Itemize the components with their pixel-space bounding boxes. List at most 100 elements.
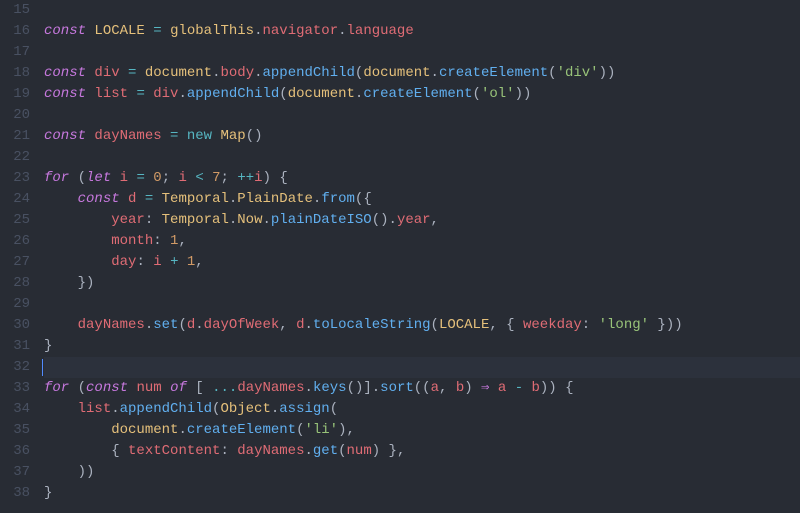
code-token — [44, 254, 111, 270]
code-line[interactable] — [44, 105, 800, 126]
code-line[interactable]: year: Temporal.Now.plainDateISO().year, — [44, 210, 800, 231]
code-token: textContent — [128, 443, 220, 459]
code-line[interactable] — [44, 294, 800, 315]
code-token: ; — [162, 170, 179, 186]
code-line[interactable]: const d = Temporal.PlainDate.from({ — [44, 189, 800, 210]
code-line[interactable]: const LOCALE = globalThis.navigator.lang… — [44, 21, 800, 42]
code-token: . — [178, 86, 186, 102]
code-token: createElement — [187, 422, 296, 438]
code-line[interactable] — [44, 357, 800, 378]
line-number: 34 — [0, 399, 30, 420]
code-line[interactable]: } — [44, 336, 800, 357]
code-token: num — [347, 443, 372, 459]
code-line[interactable]: dayNames.set(d.dayOfWeek, d.toLocaleStri… — [44, 315, 800, 336]
code-token: : — [145, 212, 162, 228]
code-token: new — [187, 128, 212, 144]
code-line[interactable]: { textContent: dayNames.get(num) }, — [44, 441, 800, 462]
code-token — [162, 23, 170, 39]
code-token: year — [111, 212, 145, 228]
line-number: 17 — [0, 42, 30, 63]
code-token — [120, 191, 128, 207]
line-number: 29 — [0, 294, 30, 315]
code-token — [120, 65, 128, 81]
code-token: , — [431, 212, 439, 228]
code-token: of — [170, 380, 187, 396]
line-number: 24 — [0, 189, 30, 210]
code-token: : — [136, 254, 153, 270]
code-token: (( — [414, 380, 431, 396]
code-line[interactable]: day: i + 1, — [44, 252, 800, 273]
line-number: 30 — [0, 315, 30, 336]
line-number: 36 — [0, 441, 30, 462]
code-token — [44, 422, 111, 438]
code-token: , — [279, 317, 296, 333]
code-token: )) { — [540, 380, 574, 396]
line-number: 32 — [0, 357, 30, 378]
code-token — [44, 401, 78, 417]
code-line[interactable]: const list = div.appendChild(document.cr… — [44, 84, 800, 105]
code-editor[interactable]: 1516171819202122232425262728293031323334… — [0, 0, 800, 513]
code-token — [44, 212, 111, 228]
code-area[interactable]: const LOCALE = globalThis.navigator.lang… — [40, 0, 800, 513]
code-token: ( — [473, 86, 481, 102]
code-token — [153, 191, 161, 207]
code-token: Map — [220, 128, 245, 144]
code-token: b — [532, 380, 540, 396]
code-line[interactable] — [44, 0, 800, 21]
code-token: const — [44, 86, 86, 102]
line-number: 15 — [0, 0, 30, 21]
code-token: : — [220, 443, 237, 459]
code-token: ()]. — [347, 380, 381, 396]
code-token: weekday — [523, 317, 582, 333]
code-token: . — [111, 401, 119, 417]
line-number: 25 — [0, 210, 30, 231]
line-number: 33 — [0, 378, 30, 399]
code-token: month — [111, 233, 153, 249]
code-token — [162, 254, 170, 270]
code-token: . — [304, 443, 312, 459]
code-token: Temporal — [162, 191, 229, 207]
code-token: a — [431, 380, 439, 396]
code-token: 'li' — [304, 422, 338, 438]
code-line[interactable]: for (const num of [ ...dayNames.keys()].… — [44, 378, 800, 399]
code-line[interactable]: document.createElement('li'), — [44, 420, 800, 441]
code-token — [162, 128, 170, 144]
code-token: assign — [279, 401, 329, 417]
code-token: ( — [330, 401, 338, 417]
code-token — [178, 128, 186, 144]
code-token: i — [120, 170, 128, 186]
code-token: 'long' — [599, 317, 649, 333]
code-token: d — [296, 317, 304, 333]
code-token: const — [44, 65, 86, 81]
line-number: 37 — [0, 462, 30, 483]
code-token: , — [195, 254, 203, 270]
line-number: 27 — [0, 252, 30, 273]
code-line[interactable]: for (let i = 0; i < 7; ++i) { — [44, 168, 800, 189]
code-token: ) — [464, 380, 481, 396]
code-token: language — [347, 23, 414, 39]
code-token — [44, 464, 78, 480]
code-token — [178, 254, 186, 270]
code-token: for — [44, 380, 69, 396]
line-number-gutter: 1516171819202122232425262728293031323334… — [0, 0, 40, 513]
code-token: LOCALE — [439, 317, 489, 333]
code-line[interactable]: )) — [44, 462, 800, 483]
code-line[interactable]: list.appendChild(Object.assign( — [44, 399, 800, 420]
code-token: globalThis — [170, 23, 254, 39]
code-line[interactable]: const dayNames = new Map() — [44, 126, 800, 147]
code-token: ; — [221, 170, 238, 186]
code-token — [44, 317, 78, 333]
code-line[interactable]: month: 1, — [44, 231, 800, 252]
code-token: dayNames — [237, 443, 304, 459]
code-token: keys — [313, 380, 347, 396]
code-line[interactable]: }) — [44, 273, 800, 294]
code-token: d — [187, 317, 195, 333]
code-line[interactable] — [44, 42, 800, 63]
code-token: . — [145, 317, 153, 333]
code-line[interactable]: const div = document.body.appendChild(do… — [44, 63, 800, 84]
code-token: , { — [489, 317, 523, 333]
code-token: { — [111, 443, 128, 459]
code-token: PlainDate — [237, 191, 313, 207]
code-line[interactable]: } — [44, 483, 800, 504]
code-line[interactable] — [44, 147, 800, 168]
